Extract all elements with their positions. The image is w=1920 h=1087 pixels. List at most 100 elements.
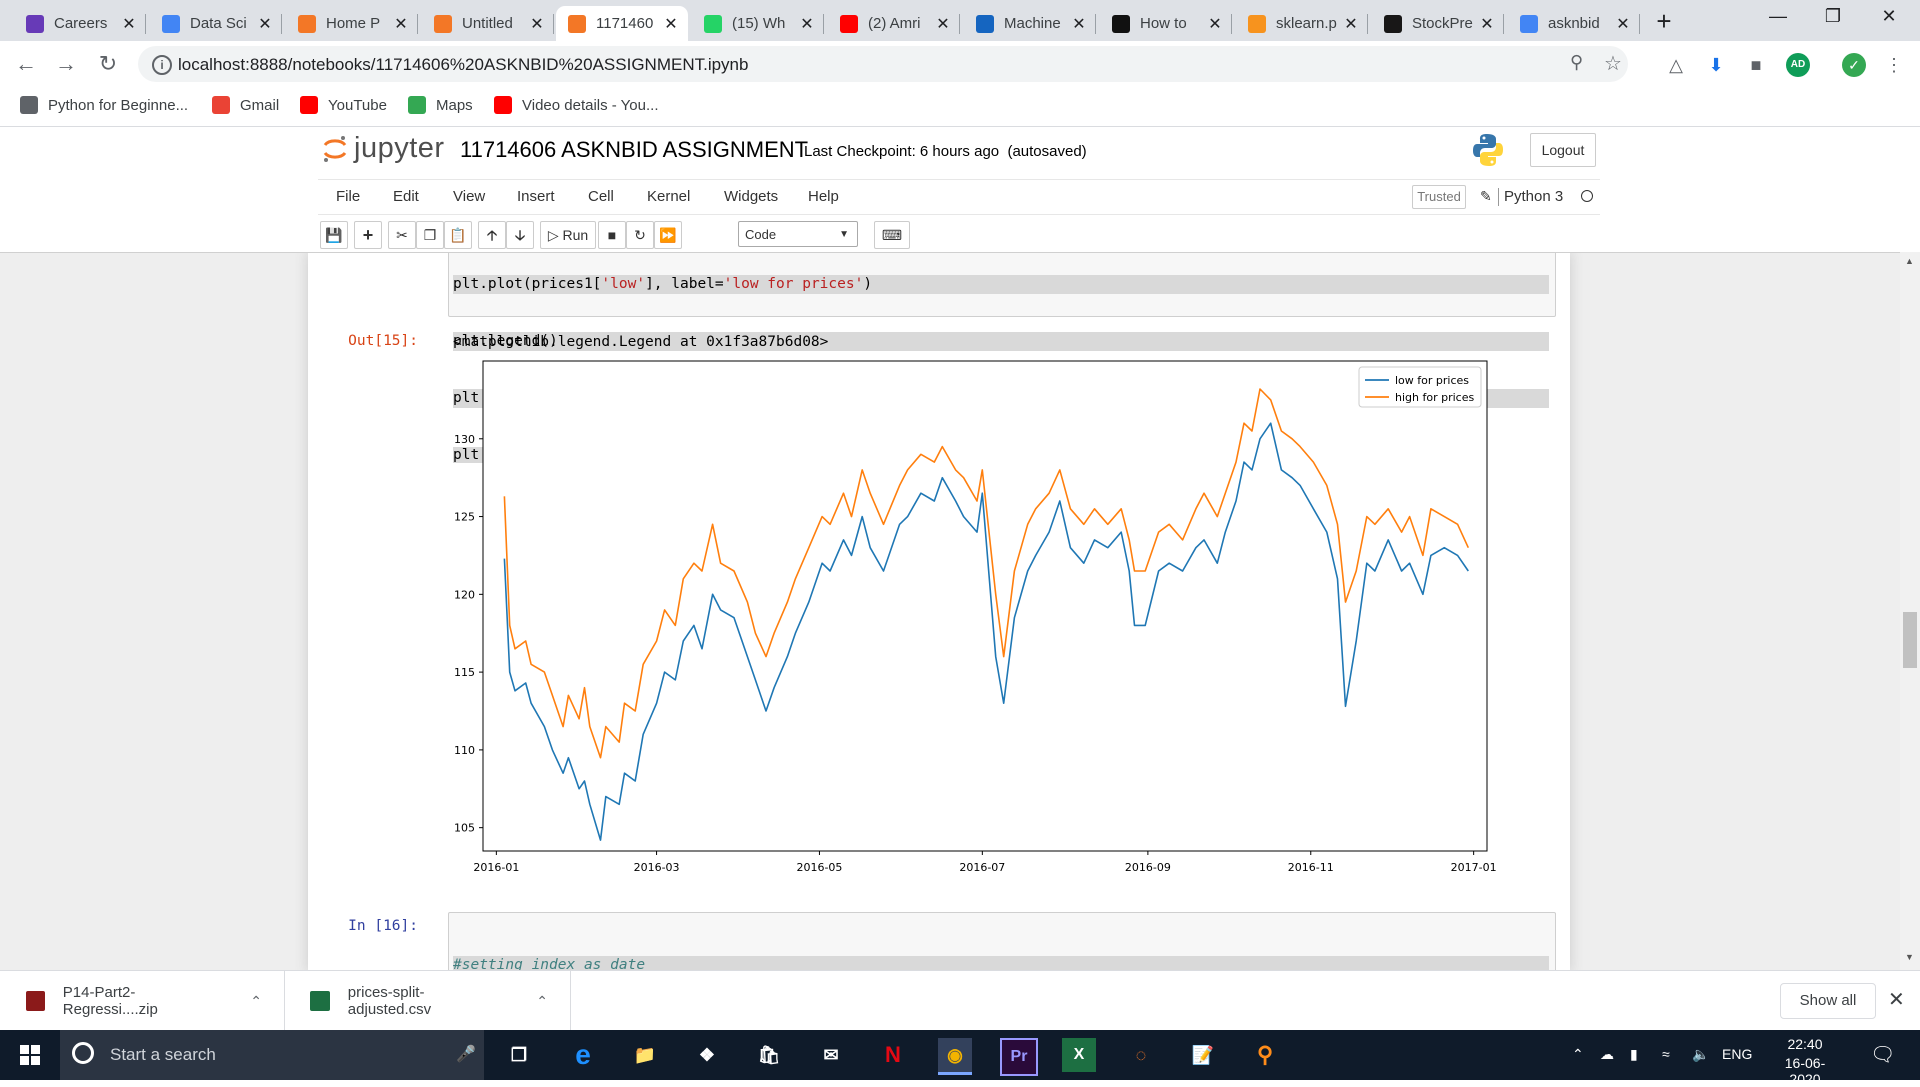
notebook-title[interactable]: 11714606 ASKNBID ASSIGNMENT [460,137,808,163]
premiere-pro-icon[interactable]: Pr [1000,1038,1038,1076]
close-tab-icon[interactable]: ✕ [796,14,818,34]
camera-icon[interactable]: ■ [1744,53,1768,77]
shield-check-icon[interactable]: ✓ [1842,53,1866,77]
jupyter-logo[interactable]: jupyter [322,132,445,165]
taskbar-search-box[interactable]: Start a search 🎤 [60,1030,484,1080]
address-bar[interactable]: i localhost:8888/notebooks/11714606%20AS… [138,46,1628,82]
reload-icon[interactable]: ↻ [94,51,122,79]
menu-file[interactable]: File [336,188,360,205]
clock[interactable]: 22:40 16-06-2020 [1772,1036,1838,1087]
chevron-up-icon[interactable]: ⌃ [536,993,548,1010]
browser-tab[interactable]: Untitled ✕ [422,6,554,41]
download-extension-icon[interactable]: ⬇ [1704,53,1728,77]
close-tab-icon[interactable]: ✕ [932,14,954,34]
browser-tab[interactable]: 1171460 ✕ [556,6,688,41]
task-view-icon[interactable]: ❐ [502,1038,536,1072]
menu-insert[interactable]: Insert [517,188,555,205]
restart-icon[interactable]: ↻ [626,221,654,249]
download-item[interactable]: P14-Part2-Regressi....zip ⌃ [0,971,285,1031]
windows-start-icon[interactable] [20,1045,40,1068]
close-tab-icon[interactable]: ✕ [1476,14,1498,34]
menu-dots-icon[interactable]: ⋮ [1882,53,1906,77]
menu-edit[interactable]: Edit [393,188,419,205]
store-icon[interactable]: 🛍 [752,1038,786,1072]
bookmark-star-icon[interactable]: ☆ [1604,51,1626,75]
bookmark-item[interactable]: Python for Beginne... [20,96,188,114]
restart-run-all-icon[interactable]: ⏩ [654,221,682,249]
edit-pencil-icon[interactable]: ✎ [1480,188,1492,205]
close-downloads-icon[interactable]: ✕ [1888,987,1905,1012]
close-tab-icon[interactable]: ✕ [1068,14,1090,34]
notifications-icon[interactable]: 🗨 [1870,1042,1895,1067]
profile-avatar[interactable]: AD [1786,53,1810,77]
back-icon[interactable]: ← [12,51,40,79]
menu-view[interactable]: View [453,188,485,205]
bookmark-item[interactable]: Gmail [212,96,279,114]
cell-16-source[interactable]: #setting index as date prices2['date'] =… [453,918,1549,971]
browser-tab[interactable]: (15) Wh ✕ [692,6,824,41]
copy-icon[interactable]: ❐ [416,221,444,249]
browser-tab[interactable]: Machine ✕ [964,6,1096,41]
browser-tab[interactable]: asknbid ✕ [1508,6,1640,41]
chevron-up-icon[interactable]: ⌃ [250,993,262,1010]
menu-cell[interactable]: Cell [588,188,614,205]
scrollbar-thumb[interactable] [1903,612,1917,668]
notepad-icon[interactable]: 📝 [1186,1038,1220,1072]
forward-icon[interactable]: → [52,51,80,79]
browser-tab[interactable]: StockPre ✕ [1372,6,1504,41]
close-window-button[interactable]: ✕ [1866,6,1912,34]
close-tab-icon[interactable]: ✕ [1340,14,1362,34]
browser-tab[interactable]: Careers ✕ [14,6,146,41]
dropbox-icon[interactable]: ❖ [690,1038,724,1072]
kernel-name[interactable]: Python 3 [1504,188,1563,205]
close-tab-icon[interactable]: ✕ [390,14,412,34]
run-button[interactable]: ▷ Run [540,221,596,249]
browser-tab[interactable]: Home P ✕ [286,6,418,41]
bookmark-item[interactable]: YouTube [300,96,387,114]
menu-kernel[interactable]: Kernel [647,188,690,205]
edge-icon[interactable]: e [566,1038,600,1072]
url-text[interactable]: localhost:8888/notebooks/11714606%20ASKN… [178,55,748,75]
show-all-button[interactable]: Show all [1780,983,1876,1019]
file-explorer-icon[interactable]: 📁 [628,1038,662,1072]
close-tab-icon[interactable]: ✕ [660,14,682,34]
download-item[interactable]: prices-split-adjusted.csv ⌃ [284,971,571,1031]
jupyter-taskbar-icon[interactable]: ◌ [1124,1038,1158,1072]
menu-help[interactable]: Help [808,188,839,205]
microphone-icon[interactable]: 🎤 [456,1044,476,1064]
mail-icon[interactable]: ✉ [814,1038,848,1072]
zoom-icon[interactable]: ⚲ [1570,52,1592,74]
scroll-up-icon[interactable]: ▲ [1905,256,1914,266]
bookmark-item[interactable]: Video details - You... [494,96,659,114]
restore-button[interactable]: ❐ [1810,6,1856,34]
scroll-down-icon[interactable]: ▼ [1905,952,1914,962]
new-tab-button[interactable]: + [1650,8,1678,36]
excel-icon[interactable]: X [1062,1038,1096,1072]
volume-icon[interactable]: 🔈 [1692,1046,1709,1063]
page-scrollbar[interactable]: ▲ ▼ [1900,252,1920,970]
cell-type-select[interactable]: Code ▼ [738,221,858,247]
browser-tab[interactable]: How to ✕ [1100,6,1232,41]
browser-tab[interactable]: (2) Amri ✕ [828,6,960,41]
language-indicator[interactable]: ENG [1722,1046,1752,1062]
cut-icon[interactable]: ✂ [388,221,416,249]
close-tab-icon[interactable]: ✕ [118,14,140,34]
close-tab-icon[interactable]: ✕ [254,14,276,34]
save-icon[interactable]: 💾 [320,221,348,249]
move-down-icon[interactable]: 🡣 [506,221,534,249]
trusted-badge[interactable]: Trusted [1412,185,1466,209]
netflix-icon[interactable]: N [876,1038,910,1072]
tray-expand-icon[interactable]: ⌃ [1572,1046,1584,1063]
browser-tab[interactable]: Data Sci ✕ [150,6,282,41]
move-up-icon[interactable]: 🡡 [478,221,506,249]
insert-cell-icon[interactable]: + [354,221,382,249]
search-app-icon[interactable]: ⚲ [1248,1038,1282,1072]
battery-icon[interactable]: ▮ [1630,1046,1638,1063]
paste-icon[interactable]: 📋 [444,221,472,249]
network-icon[interactable]: ☁ [1600,1046,1614,1063]
browser-tab[interactable]: sklearn.p ✕ [1236,6,1368,41]
extension-icon[interactable]: △ [1664,53,1688,77]
chrome-icon[interactable]: ◉ [938,1038,972,1075]
keyboard-icon[interactable]: ⌨ [874,221,910,249]
wifi-icon[interactable]: ≈ [1662,1046,1670,1062]
